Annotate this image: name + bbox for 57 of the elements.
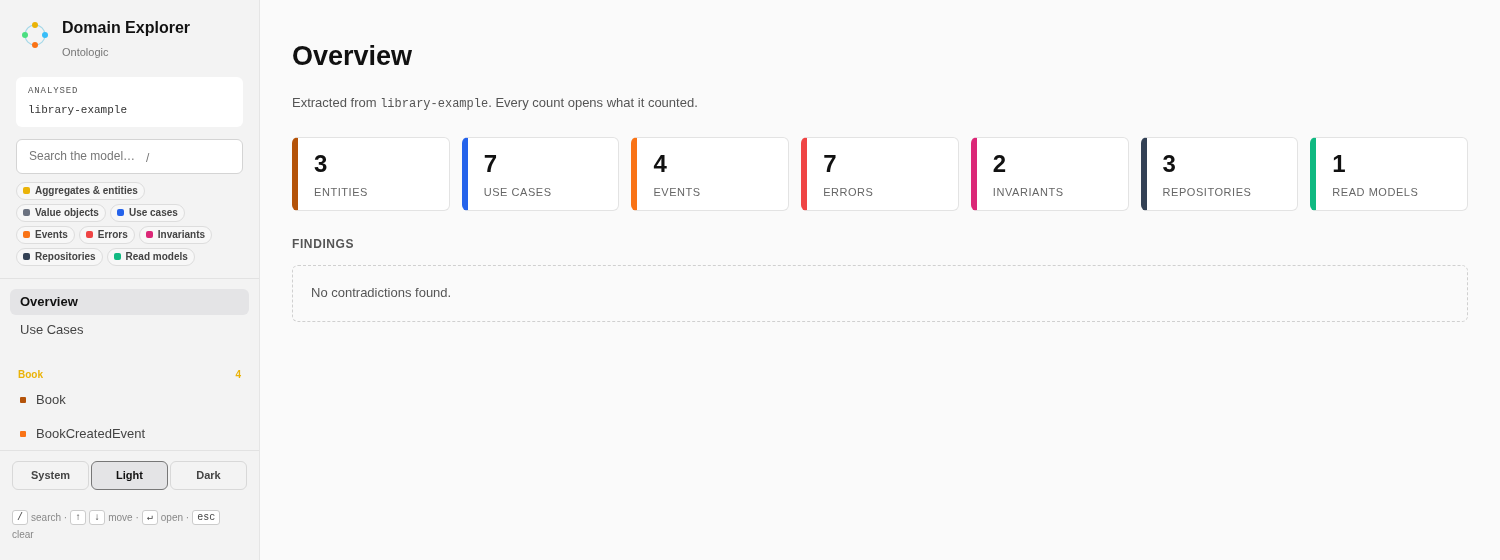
stat-label: ENTITIES [314,184,369,200]
app-title: Domain Explorer [62,18,191,38]
key-hint: ↵ [141,510,158,525]
hint-text: move · [108,511,139,525]
tree-item[interactable]: Book [10,384,249,416]
stat-card[interactable]: 3 ENTITIES [292,136,450,211]
legend-chip[interactable]: Invariants [138,225,213,244]
stat-label: READ MODELS [1332,184,1420,200]
stat-value: 7 [823,149,838,178]
legend-chip[interactable]: Value objects [16,203,106,222]
stat-value: 7 [483,149,499,178]
shortcut-hint: / [146,149,150,167]
stat-card[interactable]: 1 READ MODELS [1310,136,1468,211]
key-hint: / [12,510,28,525]
stat-label: USE CASES [483,184,553,200]
legend-chip[interactable]: Read models [106,247,195,266]
nav-item[interactable]: Use Cases [10,316,249,343]
legend-chip[interactable]: Use cases [109,203,185,222]
logo-icon [20,20,50,50]
hint-text: clear [12,528,34,542]
nav-item[interactable]: Overview [10,288,249,315]
hint-text: open · [160,511,190,525]
stat-value: 3 [1162,149,1177,178]
legend-chip[interactable]: Repositories [16,247,103,266]
stat-value: 3 [314,149,329,178]
app-subtitle: Ontologic [62,45,110,60]
theme-button[interactable]: System [12,461,89,490]
group-title: Book [18,368,43,382]
stat-value: 1 [1332,149,1347,178]
analysed-label: ANALYSED [28,84,80,98]
stat-card[interactable]: 4 EVENTS [631,136,790,211]
hint-text: search · [31,511,68,525]
stat-label: EVENTS [653,184,702,200]
stat-value: 2 [992,149,1008,178]
page-description: Extracted from library-example. Every count opens what it counted. [292,93,699,113]
tree-item[interactable]: BookCreatedEvent [10,418,249,450]
findings-message: No contradictions found. [311,284,452,303]
key-hint: esc [192,510,221,525]
stat-card[interactable]: 2 INVARIANTS [970,136,1129,211]
stat-card[interactable]: 7 ERRORS [801,136,959,211]
theme-button[interactable]: Light [91,461,168,490]
stat-label: ERRORS [823,184,875,200]
stat-label: REPOSITORIES [1162,184,1253,200]
legend-chip[interactable]: Events [16,225,75,244]
section-title: FINDINGS [292,235,356,253]
page-title: Overview [292,40,414,73]
theme-button[interactable]: Dark [170,461,247,490]
legend-chip[interactable]: Aggregates & entities [16,181,145,200]
key-hint: ↑ [70,510,87,525]
analysed-value: library-example [28,103,129,118]
legend-chip[interactable]: Errors [78,225,135,244]
stat-value: 4 [653,149,668,178]
stat-card[interactable]: 7 USE CASES [461,136,620,211]
key-hint: ↓ [89,510,106,525]
stat-card[interactable]: 3 REPOSITORIES [1140,136,1299,211]
group-count: 4 [235,368,241,382]
stat-label: INVARIANTS [992,184,1065,200]
